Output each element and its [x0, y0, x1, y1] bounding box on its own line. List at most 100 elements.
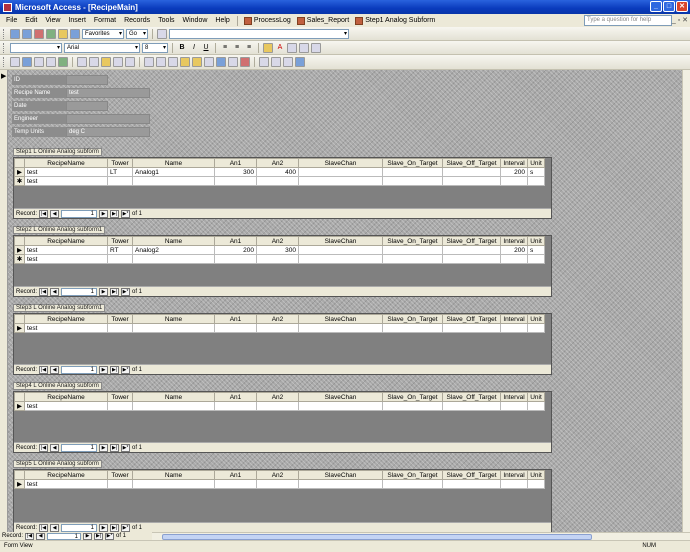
column-header[interactable]: An2: [256, 158, 299, 168]
next-record-button[interactable]: ▶: [83, 532, 93, 540]
home-icon[interactable]: [58, 28, 68, 39]
column-header[interactable]: Interval: [500, 158, 528, 168]
new-row-icon[interactable]: ▶: [14, 401, 25, 411]
cell-unit[interactable]: [527, 323, 545, 333]
cell-slave-on-target[interactable]: [382, 245, 443, 255]
special-effect-icon[interactable]: [311, 42, 321, 53]
column-header[interactable]: Name: [132, 236, 215, 246]
cell-slave-off-target[interactable]: [442, 479, 501, 489]
column-header[interactable]: Tower: [107, 236, 133, 246]
cell-slavechan[interactable]: [298, 401, 383, 411]
new-record-row[interactable]: ▶ test: [14, 479, 545, 489]
record-number[interactable]: 1: [61, 287, 98, 296]
first-record-button[interactable]: |◀: [25, 532, 35, 540]
cell-slave-on-target[interactable]: [382, 479, 443, 489]
new-record-button[interactable]: ▶*: [121, 365, 131, 374]
new-record-button[interactable]: ▶*: [121, 209, 131, 218]
new-record-button[interactable]: ▶*: [121, 287, 131, 296]
cell-name[interactable]: [132, 254, 215, 264]
cell-slave-on-target[interactable]: [382, 401, 443, 411]
last-record-button[interactable]: ▶|: [110, 209, 120, 218]
first-record-button[interactable]: |◀: [39, 209, 49, 218]
column-header[interactable]: Name: [132, 470, 215, 480]
copy-icon[interactable]: [89, 57, 99, 67]
apply-filter-icon[interactable]: [204, 57, 214, 67]
recipe-name-input[interactable]: test: [66, 88, 150, 98]
column-header[interactable]: Slave_Off_Target: [442, 314, 501, 324]
column-header[interactable]: RecipeName: [24, 236, 108, 246]
new-row-icon[interactable]: ✱: [14, 176, 25, 186]
cell-an2[interactable]: [256, 323, 299, 333]
database-window-icon[interactable]: [271, 57, 281, 67]
cell-recipename[interactable]: test: [24, 323, 108, 333]
cell-an1[interactable]: [214, 401, 257, 411]
properties-icon[interactable]: [259, 57, 269, 67]
align-right-icon[interactable]: ≡: [244, 44, 254, 51]
new-record-row[interactable]: ✱ test: [14, 254, 545, 264]
prev-record-button[interactable]: ◀: [50, 523, 60, 532]
menu-file[interactable]: File: [2, 17, 21, 24]
object-combo[interactable]: [10, 42, 62, 53]
align-center-icon[interactable]: ≡: [232, 44, 242, 51]
cell-name[interactable]: [132, 323, 215, 333]
new-record-row[interactable]: ✱ test: [14, 176, 545, 186]
cell-an2[interactable]: [256, 176, 299, 186]
column-header[interactable]: RecipeName: [24, 392, 108, 402]
column-header[interactable]: Slave_Off_Target: [442, 236, 501, 246]
last-record-button[interactable]: ▶|: [110, 443, 120, 452]
cell-interval[interactable]: [500, 401, 528, 411]
date-input[interactable]: [66, 101, 108, 111]
cell-unit[interactable]: [527, 254, 545, 264]
font-name-combo[interactable]: Arial: [64, 42, 140, 53]
quick-sales-report[interactable]: Sales_Report: [294, 16, 352, 25]
cell-recipename[interactable]: test: [24, 176, 108, 186]
line-width-icon[interactable]: [299, 42, 309, 53]
cell-name[interactable]: [132, 176, 215, 186]
print-preview-icon[interactable]: [46, 57, 56, 67]
cell-name[interactable]: [132, 401, 215, 411]
cell-an2[interactable]: 400: [256, 167, 299, 177]
cell-recipename[interactable]: test: [24, 479, 108, 489]
cell-an1[interactable]: 200: [214, 245, 257, 255]
cell-recipename[interactable]: test: [24, 245, 108, 255]
column-header[interactable]: SlaveChan: [298, 158, 383, 168]
column-header[interactable]: SlaveChan: [298, 470, 383, 480]
cell-name[interactable]: Analog2: [132, 245, 215, 255]
record-number[interactable]: 1: [61, 523, 98, 532]
cell-slave-on-target[interactable]: [382, 176, 443, 186]
hyperlink-icon[interactable]: [144, 57, 154, 67]
cell-slavechan[interactable]: [298, 176, 383, 186]
cell-tower[interactable]: [107, 479, 133, 489]
cell-slavechan[interactable]: [298, 479, 383, 489]
format-painter-icon[interactable]: [113, 57, 123, 67]
horizontal-scrollbar[interactable]: [152, 532, 690, 540]
column-header[interactable]: An1: [214, 158, 257, 168]
cell-tower[interactable]: RT: [107, 245, 133, 255]
cell-slave-off-target[interactable]: [442, 254, 501, 264]
menu-help[interactable]: Help: [211, 17, 233, 24]
column-header[interactable]: An1: [214, 470, 257, 480]
mdi-controls[interactable]: _ ▫ ✕: [672, 16, 688, 24]
subform-datasheet[interactable]: RecipeName Tower Name An1 An2 SlaveChan Slave_…: [13, 157, 552, 219]
quick-step1-subform[interactable]: Step1 Analog Subform: [352, 16, 438, 25]
find-icon[interactable]: [216, 57, 226, 67]
print-icon[interactable]: [34, 57, 44, 67]
corner-cell[interactable]: [14, 314, 25, 324]
sort-descending-icon[interactable]: [168, 57, 178, 67]
new-record-row[interactable]: ▶ test: [14, 323, 545, 333]
table-row[interactable]: ▶ test RT Analog2 200 300 200 s: [14, 245, 545, 255]
temp-units-input[interactable]: deg C: [66, 127, 150, 137]
show-only-web-toolbar-icon[interactable]: [157, 28, 167, 39]
prev-record-button[interactable]: ◀: [50, 365, 60, 374]
main-record-number[interactable]: 1: [47, 532, 82, 540]
go-menu[interactable]: Go: [126, 28, 148, 39]
new-record-button[interactable]: ▶*: [121, 443, 131, 452]
view-icon[interactable]: [10, 57, 20, 67]
vertical-scrollbar[interactable]: [682, 70, 690, 532]
row-selector-icon[interactable]: ▶: [14, 245, 25, 255]
stop-icon[interactable]: [34, 28, 44, 39]
last-record-button[interactable]: ▶|: [110, 523, 120, 532]
next-record-button[interactable]: ▶: [99, 523, 109, 532]
forward-icon[interactable]: [22, 28, 32, 39]
column-header[interactable]: SlaveChan: [298, 314, 383, 324]
